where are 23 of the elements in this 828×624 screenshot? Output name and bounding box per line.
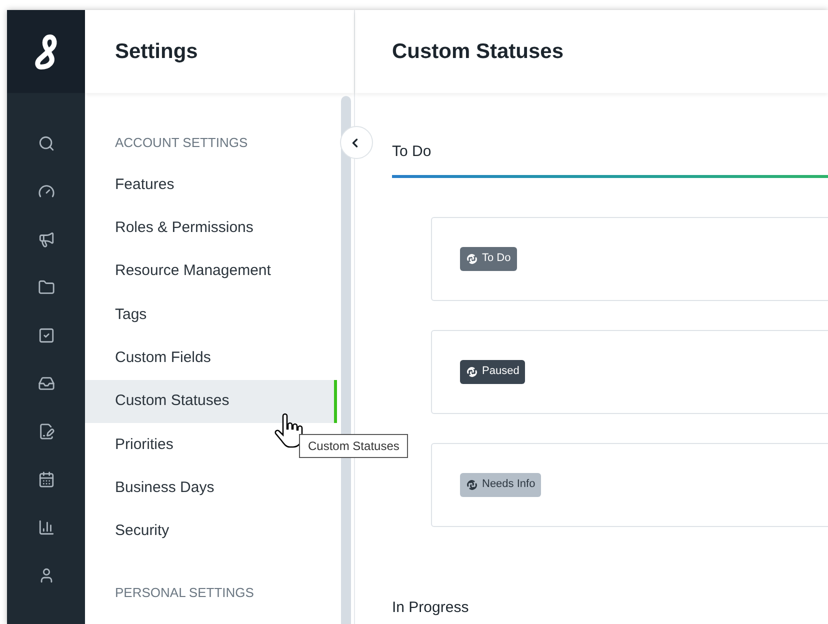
status-badge[interactable]: Paused (460, 360, 526, 384)
settings-menu-item[interactable]: Business Days (85, 466, 337, 510)
settings-menu-item[interactable]: Tags (85, 293, 337, 337)
tooltip: Custom Statuses (299, 434, 408, 458)
status-icon (466, 478, 478, 490)
group-title: In Progress (392, 598, 470, 618)
status-badge[interactable]: Needs Info (460, 472, 542, 496)
collapse-button[interactable] (340, 126, 373, 159)
status-icon (466, 252, 478, 264)
settings-menu-item[interactable]: Features (85, 164, 337, 207)
settings-title: Settings (115, 38, 198, 65)
section-heading: PERSONAL SETTINGS (114, 584, 255, 602)
status-icon (466, 366, 478, 378)
settings-menu-item[interactable]: Custom Fields (85, 336, 337, 380)
status-badge[interactable]: To Do (460, 246, 517, 270)
settings-menu-item[interactable]: Custom Statuses (85, 380, 337, 424)
logo-icon (33, 32, 59, 70)
settings-menu-item[interactable]: Roles & Permissions (85, 206, 337, 250)
page-title: Custom Statuses (392, 38, 564, 65)
section-heading: ACCOUNT SETTINGS (114, 134, 249, 152)
settings-menu-item[interactable]: Resource Management (85, 250, 337, 294)
settings-menu-item[interactable]: Security (85, 510, 337, 554)
group-title: To Do (392, 142, 432, 162)
